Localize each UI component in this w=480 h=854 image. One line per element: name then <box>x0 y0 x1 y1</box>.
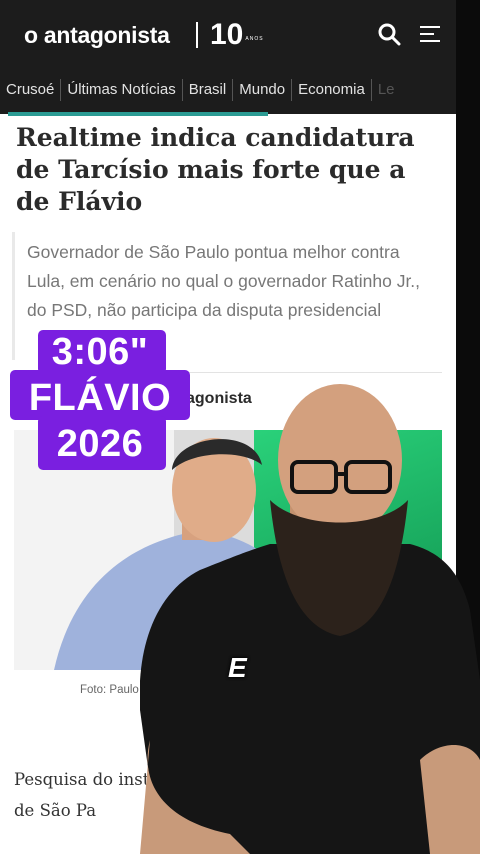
site-header: o antagonista 10 ANOS <box>0 0 456 66</box>
presenter-cutout <box>140 384 480 854</box>
menu-icon[interactable] <box>418 24 442 44</box>
anniversary-mark: 10 ANOS <box>210 18 264 50</box>
logo-divider <box>196 22 198 48</box>
duration-badge: 3:06" FLÁVIO 2026 <box>10 330 190 472</box>
badge-duration: 3:06" <box>51 331 149 373</box>
search-icon[interactable] <box>377 22 401 46</box>
article-headline: Realtime indica candidatura de Tarcísio … <box>16 123 415 216</box>
badge-year: 2026 <box>56 423 144 465</box>
nav-item-crusoe[interactable]: Crusoé <box>0 79 62 101</box>
nav-item-overflow[interactable]: Le <box>372 79 401 101</box>
anniversary-label: ANOS <box>245 36 264 42</box>
nav-item-ultimas-noticias[interactable]: Últimas Notícias <box>61 79 183 101</box>
category-nav: Crusoé Últimas Notícias Brasil Mundo Eco… <box>0 66 456 114</box>
article-subhead: Governador de São Paulo pontua melhor co… <box>27 242 421 320</box>
site-logo[interactable]: o antagonista <box>24 22 170 49</box>
subtitle-caption: E <box>228 652 247 683</box>
nav-item-economia[interactable]: Economia <box>292 79 372 101</box>
anniversary-number: 10 <box>210 18 244 51</box>
nav-item-mundo[interactable]: Mundo <box>233 79 293 101</box>
badge-name: FLÁVIO <box>28 377 172 419</box>
nav-active-indicator <box>8 112 268 116</box>
nav-item-brasil[interactable]: Brasil <box>183 79 234 101</box>
